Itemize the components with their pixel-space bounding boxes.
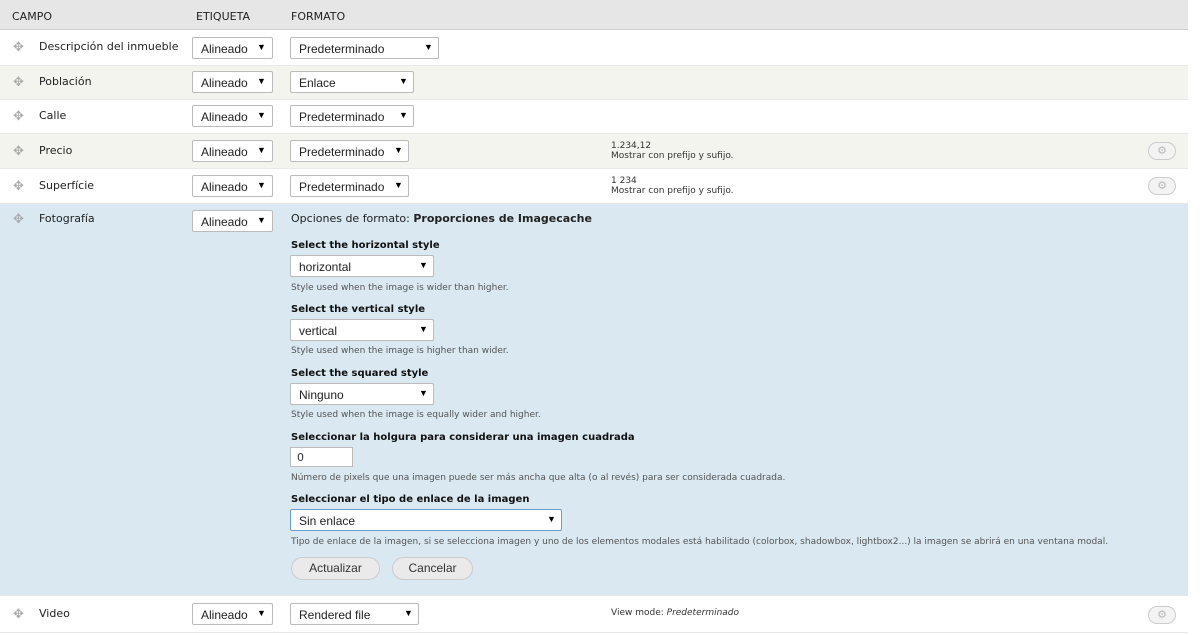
drag-handle-icon[interactable]: ✥: [13, 212, 24, 227]
drag-handle-icon[interactable]: ✥: [13, 607, 24, 622]
field-name: Calle: [39, 109, 67, 122]
label-select[interactable]: Alineado ▼: [192, 140, 273, 162]
fields-table: CAMPO ETIQUETA FORMATO ✥ Descripción del…: [0, 0, 1200, 635]
table-header: CAMPO ETIQUETA FORMATO: [0, 0, 1188, 30]
table-row: ✥ Población Alineado ▼ Enlace ▼: [0, 66, 1188, 100]
update-button[interactable]: Actualizar: [291, 557, 380, 580]
chevron-down-icon: ▼: [399, 76, 408, 86]
chevron-down-icon: ▼: [257, 42, 266, 52]
holgura-label: Seleccionar la holgura para considerar u…: [291, 432, 635, 443]
label-select[interactable]: Alineado ▼: [192, 603, 273, 625]
gear-icon[interactable]: ⚙: [1148, 142, 1176, 160]
table-row: ✥ Calle Alineado ▼ Predeterminado ▼: [0, 100, 1188, 134]
chevron-down-icon: ▼: [257, 215, 266, 225]
drag-handle-icon[interactable]: ✥: [13, 75, 24, 90]
vertical-style-label: Select the vertical style: [291, 304, 426, 315]
field-name: Superfície: [39, 179, 95, 192]
format-summary: 1.234,12 Mostrar con prefijo y sufijo.: [611, 141, 734, 161]
chevron-down-icon: ▼: [404, 608, 413, 618]
header-campo: CAMPO: [12, 10, 52, 23]
format-select[interactable]: Predeterminado ▼: [290, 140, 409, 162]
format-select[interactable]: Predeterminado ▼: [290, 37, 439, 59]
link-type-label: Seleccionar el tipo de enlace de la imag…: [291, 494, 530, 505]
format-summary: 1 234 Mostrar con prefijo y sufijo.: [611, 176, 734, 196]
chevron-down-icon: ▼: [257, 608, 266, 618]
chevron-down-icon: ▼: [257, 110, 266, 120]
chevron-down-icon: ▼: [419, 324, 428, 334]
field-name: Descripción del inmueble: [39, 40, 179, 53]
format-select[interactable]: Predeterminado ▼: [290, 105, 414, 127]
field-name: Fotografía: [39, 212, 95, 225]
header-etiqueta: ETIQUETA: [196, 10, 250, 23]
chevron-down-icon: ▼: [419, 388, 428, 398]
drag-handle-icon[interactable]: ✥: [13, 179, 24, 194]
vertical-style-select[interactable]: vertical ▼: [290, 319, 434, 341]
table-row: ✥ Precio Alineado ▼ Predeterminado ▼ 1.234…: [0, 134, 1188, 169]
field-name: Precio: [39, 144, 73, 157]
vertical-style-desc: Style used when the image is higher than…: [291, 346, 509, 356]
chevron-down-icon: ▼: [257, 180, 266, 190]
chevron-down-icon: ▼: [257, 76, 266, 86]
format-select[interactable]: Rendered file ▼: [290, 603, 419, 625]
chevron-down-icon: ▼: [419, 260, 428, 270]
holgura-input[interactable]: 0: [290, 447, 353, 467]
chevron-down-icon: ▼: [547, 514, 556, 524]
chevron-down-icon: ▼: [257, 145, 266, 155]
field-name: Población: [39, 75, 92, 88]
table-row: ✥ Video Alineado ▼ Rendered file ▼ View mo…: [0, 596, 1188, 633]
drag-handle-icon[interactable]: ✥: [13, 109, 24, 124]
cancel-button[interactable]: Cancelar: [392, 557, 473, 580]
label-select[interactable]: Alineado ▼: [192, 210, 273, 232]
link-type-select[interactable]: Sin enlace ▼: [290, 509, 562, 531]
chevron-down-icon: ▼: [399, 110, 408, 120]
format-summary: View mode: Predeterminado: [611, 608, 740, 618]
settings-title: Opciones de formato: Proporciones de Ima…: [291, 212, 592, 225]
horizontal-style-desc: Style used when the image is wider than …: [291, 283, 509, 293]
label-select[interactable]: Alineado ▼: [192, 105, 273, 127]
drag-handle-icon[interactable]: ✥: [13, 40, 24, 55]
holgura-desc: Número de pixels que una imagen puede se…: [291, 473, 786, 483]
horizontal-style-label: Select the horizontal style: [291, 240, 440, 251]
chevron-down-icon: ▼: [394, 180, 403, 190]
field-name: Video: [39, 607, 70, 620]
horizontal-style-select[interactable]: horizontal ▼: [290, 255, 434, 277]
label-select[interactable]: Alineado ▼: [192, 175, 273, 197]
squared-style-label: Select the squared style: [291, 368, 429, 379]
header-formato: FORMATO: [291, 10, 346, 23]
format-select[interactable]: Predeterminado ▼: [290, 175, 409, 197]
chevron-down-icon: ▼: [424, 42, 433, 52]
drag-handle-icon[interactable]: ✥: [13, 144, 24, 159]
gear-icon[interactable]: ⚙: [1148, 606, 1176, 624]
squared-style-desc: Style used when the image is equally wid…: [291, 410, 541, 420]
gear-icon[interactable]: ⚙: [1148, 177, 1176, 195]
label-select[interactable]: Alineado ▼: [192, 37, 273, 59]
table-row: ✥ Superfície Alineado ▼ Predeterminado ▼ 1…: [0, 169, 1188, 204]
table-row: ✥ Descripción del inmueble Alineado ▼ Pre…: [0, 30, 1188, 66]
format-select[interactable]: Enlace ▼: [290, 71, 414, 93]
label-select[interactable]: Alineado ▼: [192, 71, 273, 93]
link-type-desc: Tipo de enlace de la imagen, si se selec…: [291, 537, 1109, 547]
chevron-down-icon: ▼: [394, 145, 403, 155]
squared-style-select[interactable]: Ninguno ▼: [290, 383, 434, 405]
